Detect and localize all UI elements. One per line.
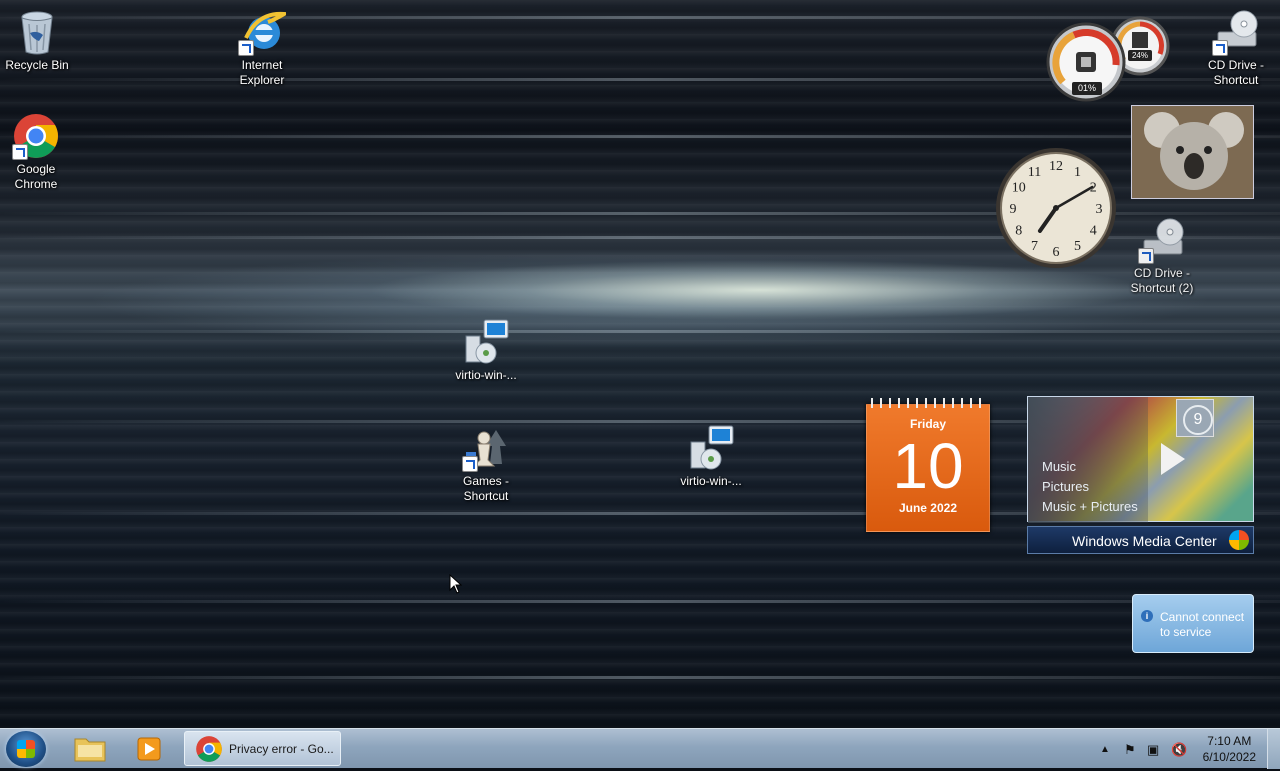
desktop-icon-games-shortcut[interactable]: Games - Shortcut (446, 424, 526, 504)
calendar-weekday: Friday (909, 417, 946, 431)
media-player-icon (137, 737, 161, 761)
feed-headlines-gadget[interactable]: i Cannot connect to service (1132, 594, 1254, 653)
desktop-icon-label: Games - Shortcut (462, 474, 509, 503)
chrome-icon (196, 736, 222, 762)
clock-numeral: 9 (1010, 202, 1017, 217)
media-center-menu-music[interactable]: Music (1042, 457, 1138, 477)
desktop-icon-label: virtio-win-... (680, 474, 742, 488)
start-button[interactable] (6, 731, 46, 767)
clock-numeral: 8 (1015, 224, 1022, 239)
clock-numeral: 4 (1090, 224, 1097, 239)
cd-drive-icon (1212, 8, 1260, 56)
desktop-icon-cd-drive-shortcut[interactable]: CD Drive - Shortcut (1196, 8, 1276, 88)
media-center-tiles: 9 Music Pictures Music + Pictures (1027, 396, 1254, 523)
calendar-day: 10 (892, 430, 964, 502)
volume-muted-icon[interactable]: 🔇 (1171, 742, 1187, 758)
desktop-icon-label: CD Drive - Shortcut (1208, 58, 1264, 87)
clock-numeral: 3 (1096, 202, 1103, 217)
desktop-icon-internet-explorer[interactable]: Internet Explorer (222, 8, 302, 88)
taskbar: Privacy error - Go... ▲ ⚑ ▣ 🔇 7:10 AM 6/… (0, 728, 1280, 769)
calendar-gadget[interactable]: Friday 10 June 2022 (866, 398, 990, 532)
wallpaper-streak (0, 330, 1280, 333)
show-desktop-button[interactable] (1267, 729, 1280, 769)
clock-numeral: 11 (1028, 165, 1041, 180)
desktop-icon-cd-drive-shortcut-2[interactable]: CD Drive - Shortcut (2) (1122, 216, 1202, 296)
clock-numeral: 12 (1049, 159, 1063, 174)
tray-date: 6/10/2022 (1202, 750, 1256, 764)
taskbar-window-chrome[interactable]: Privacy error - Go... (184, 731, 341, 766)
network-icon[interactable]: ▣ (1147, 742, 1159, 758)
desktop-icon-virtio-win-2[interactable]: virtio-win-... (671, 424, 751, 489)
media-center-gadget[interactable]: 9 Music Pictures Music + Pictures Window… (1027, 396, 1254, 554)
wallpaper-streak (0, 600, 1280, 603)
desktop-icon-label: Google Chrome (14, 162, 58, 191)
cpu-meter-gadget[interactable]: 01% 24% (1046, 10, 1170, 102)
taskbar-window-title: Privacy error - Go... (229, 742, 334, 756)
recycle-bin-icon (13, 8, 61, 56)
calendar-month-year: June 2022 (898, 501, 958, 515)
media-center-menu-music-pictures[interactable]: Music + Pictures (1042, 497, 1138, 517)
taskbar-pin-explorer[interactable] (68, 731, 112, 766)
desktop-icon-label: CD Drive - Shortcut (2) (1130, 266, 1194, 295)
clock-numeral: 7 (1031, 239, 1038, 254)
info-icon: i (1141, 610, 1153, 622)
koala-photo (1132, 106, 1253, 198)
windows-logo-icon (1229, 530, 1249, 550)
cpu-usage-readout: 01% (1072, 82, 1102, 95)
clock-numeral: 10 (1012, 181, 1026, 196)
media-center-brand: Windows Media Center (1072, 533, 1217, 549)
desktop-icon-google-chrome[interactable]: Google Chrome (0, 112, 76, 192)
clock-numeral: 5 (1074, 239, 1081, 254)
installer-icon (687, 424, 735, 472)
action-center-flag-icon[interactable]: ⚑ (1124, 742, 1136, 758)
desktop: Recycle Bin Internet Explorer Google Chr… (0, 0, 1280, 728)
media-center-tile-number: 9 (1183, 405, 1213, 435)
media-center-menu-pictures[interactable]: Pictures (1042, 477, 1138, 497)
installer-icon (462, 318, 510, 366)
shortcut-arrow-icon (238, 40, 254, 56)
desktop-icon-label: Internet Explorer (239, 58, 285, 87)
chrome-icon (12, 112, 60, 160)
clock-gadget[interactable]: 12 1 2 3 4 5 6 7 8 9 10 11 (994, 146, 1118, 270)
clock-numeral: 1 (1074, 165, 1081, 180)
games-icon (462, 424, 510, 472)
wallpaper-streak (0, 676, 1280, 679)
cd-drive-icon (1138, 216, 1186, 264)
slideshow-gadget[interactable] (1131, 105, 1254, 199)
play-icon (1161, 443, 1185, 475)
desktop-icon-virtio-win-1[interactable]: virtio-win-... (446, 318, 526, 383)
shortcut-arrow-icon (1212, 40, 1228, 56)
mouse-cursor-icon (449, 574, 463, 594)
shortcut-arrow-icon (1138, 248, 1154, 264)
memory-usage-readout: 24% (1128, 50, 1152, 61)
feed-message: Cannot connect to service (1160, 610, 1245, 639)
desktop-icon-recycle-bin[interactable]: Recycle Bin (0, 8, 77, 73)
shortcut-arrow-icon (12, 144, 28, 160)
wallpaper-streak (0, 135, 1280, 138)
clock-numeral: 6 (1053, 245, 1060, 260)
windows-logo-icon (17, 740, 35, 758)
shortcut-arrow-icon (462, 456, 478, 472)
media-center-brand-bar: Windows Media Center (1027, 526, 1254, 554)
internet-explorer-icon (238, 8, 291, 56)
desktop-icon-label: Recycle Bin (5, 58, 69, 72)
calendar-rings (871, 398, 985, 408)
folder-icon (74, 738, 106, 762)
taskbar-pin-media-player[interactable] (128, 731, 172, 766)
tray-clock[interactable]: 7:10 AM 6/10/2022 (1203, 733, 1256, 765)
desktop-icon-label: virtio-win-... (455, 368, 517, 382)
tray-time: 7:10 AM (1207, 734, 1252, 748)
show-hidden-icons-chevron-icon[interactable]: ▲ (1100, 744, 1110, 755)
